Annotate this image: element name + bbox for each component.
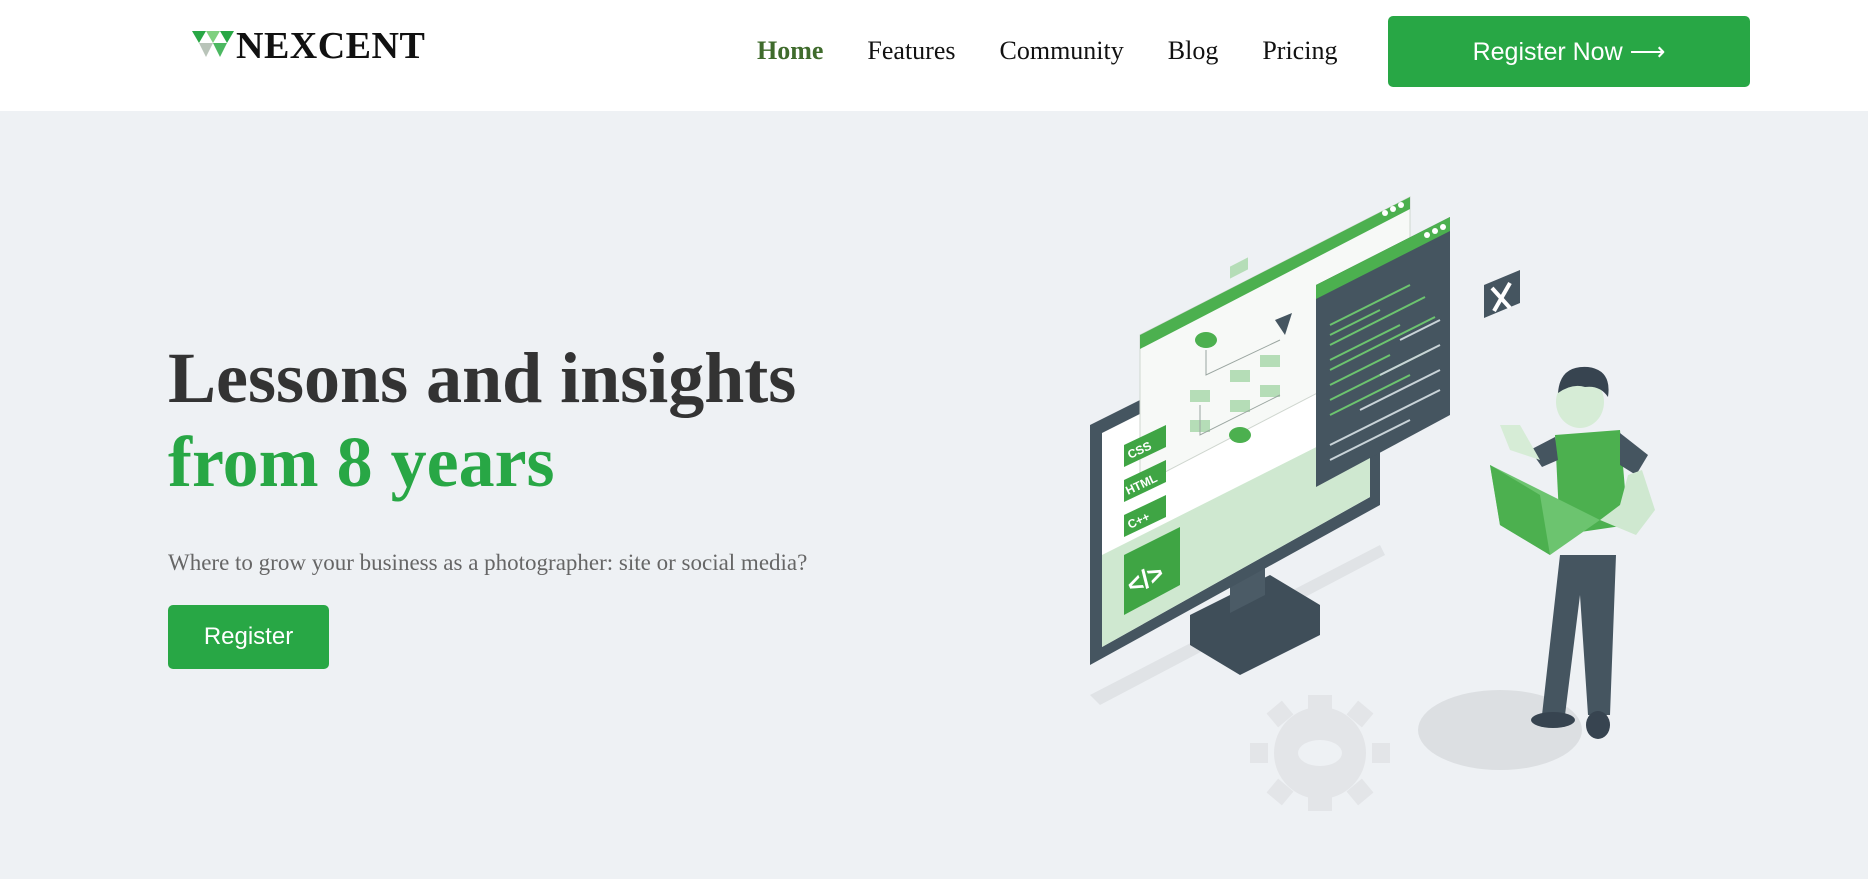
main-nav: Home Features Community Blog Pricing — [757, 36, 1381, 66]
register-now-button[interactable]: Register Now ⟶ — [1388, 16, 1750, 87]
nav-home[interactable]: Home — [757, 36, 823, 66]
register-button[interactable]: Register — [168, 605, 329, 669]
hero-subtitle: Where to grow your business as a photogr… — [168, 550, 808, 575]
logo-mark-icon — [192, 31, 234, 57]
person-figure — [1490, 366, 1655, 739]
nav-community[interactable]: Community — [1000, 36, 1124, 66]
nav-pricing[interactable]: Pricing — [1262, 36, 1337, 66]
brand-logo[interactable]: NEXCENT — [192, 27, 425, 65]
hero-illustration: CSS HTML C++ </> — [1090, 196, 1655, 811]
site-header: NEXCENT Home Features Community Blog Pri… — [0, 0, 1868, 111]
gear-icon — [1250, 695, 1390, 811]
brand-name: NEXCENT — [236, 25, 426, 67]
nav-features[interactable]: Features — [867, 36, 955, 66]
nav-blog[interactable]: Blog — [1168, 36, 1219, 66]
hero-title-line1: Lessons and insights — [168, 338, 797, 418]
close-icon — [1484, 270, 1520, 318]
hero-title-line2: from 8 years — [168, 422, 555, 502]
hero-title: Lessons and insights from 8 years — [168, 336, 796, 504]
